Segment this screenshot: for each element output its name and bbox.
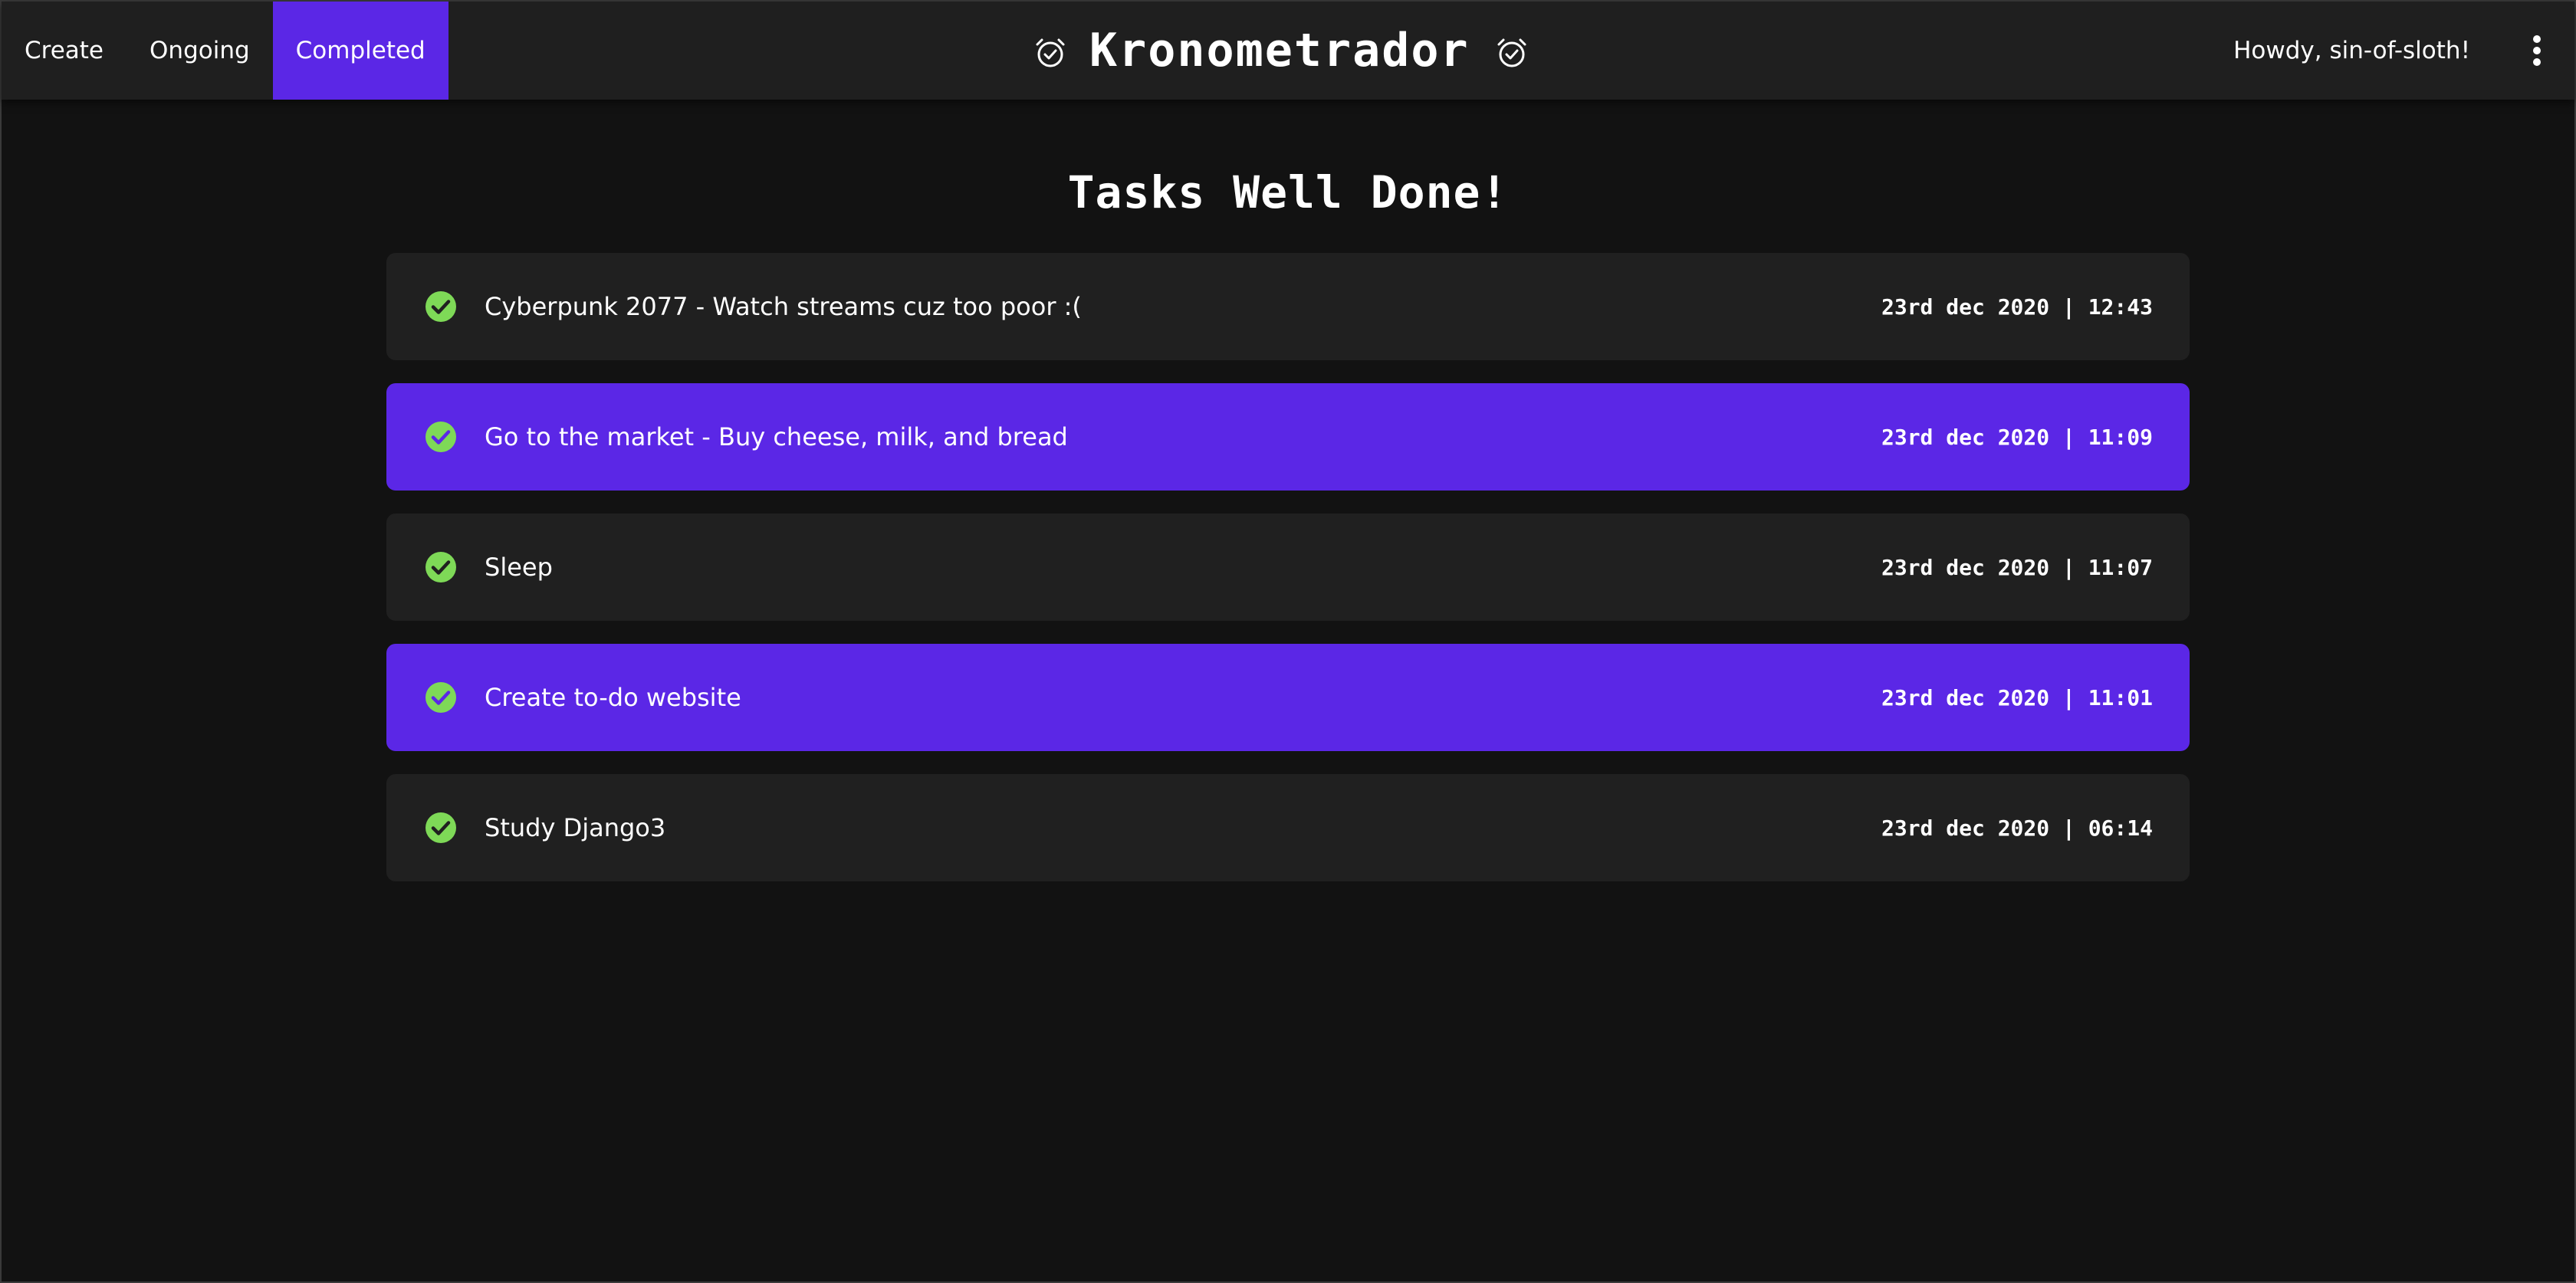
brand[interactable]: Kronometrador: [1033, 2, 1530, 100]
kebab-menu-icon[interactable]: [2532, 35, 2542, 66]
task-item[interactable]: Sleep 23rd dec 2020 | 11:07: [386, 514, 2190, 621]
task-completed-date: 23rd dec 2020 | 06:14: [1881, 815, 2153, 841]
alarm-clock-check-icon: [1497, 38, 1526, 67]
check-circle-icon: [426, 552, 456, 582]
check-circle-icon: [426, 291, 456, 322]
task-item[interactable]: Cyberpunk 2077 - Watch streams cuz too p…: [386, 253, 2190, 360]
task-completed-date: 23rd dec 2020 | 12:43: [1881, 294, 2153, 320]
task-title: Create to-do website: [485, 683, 741, 712]
nav-create-link[interactable]: Create: [2, 2, 127, 100]
nav-ongoing-link[interactable]: Ongoing: [127, 2, 273, 100]
check-circle-icon: [426, 682, 456, 713]
task-item[interactable]: Study Django3 23rd dec 2020 | 06:14: [386, 774, 2190, 881]
task-title: Sleep: [485, 553, 553, 582]
task-completed-date: 23rd dec 2020 | 11:01: [1881, 684, 2153, 710]
user-greeting: Howdy, sin-of-sloth!: [2233, 37, 2470, 64]
task-title: Go to the market - Buy cheese, milk, and…: [485, 422, 1068, 451]
task-item[interactable]: Go to the market - Buy cheese, milk, and…: [386, 383, 2190, 491]
task-list: Cyberpunk 2077 - Watch streams cuz too p…: [386, 253, 2190, 904]
check-circle-icon: [426, 812, 456, 843]
navbar: Create Ongoing Completed Kronometrador H…: [2, 2, 2574, 100]
task-item[interactable]: Create to-do website 23rd dec 2020 | 11:…: [386, 644, 2190, 751]
nav-links: Create Ongoing Completed: [2, 2, 449, 100]
alarm-clock-check-icon: [1036, 38, 1065, 67]
task-completed-date: 23rd dec 2020 | 11:07: [1881, 554, 2153, 580]
brand-title: Kronometrador: [1089, 24, 1470, 77]
task-completed-date: 23rd dec 2020 | 11:09: [1881, 424, 2153, 450]
nav-completed-link[interactable]: Completed: [272, 2, 449, 100]
app-window: Create Ongoing Completed Kronometrador H…: [0, 0, 2576, 1283]
task-title: Cyberpunk 2077 - Watch streams cuz too p…: [485, 292, 1082, 321]
check-circle-icon: [426, 422, 456, 452]
task-title: Study Django3: [485, 813, 666, 842]
page-title: Tasks Well Done!: [1067, 166, 1509, 218]
